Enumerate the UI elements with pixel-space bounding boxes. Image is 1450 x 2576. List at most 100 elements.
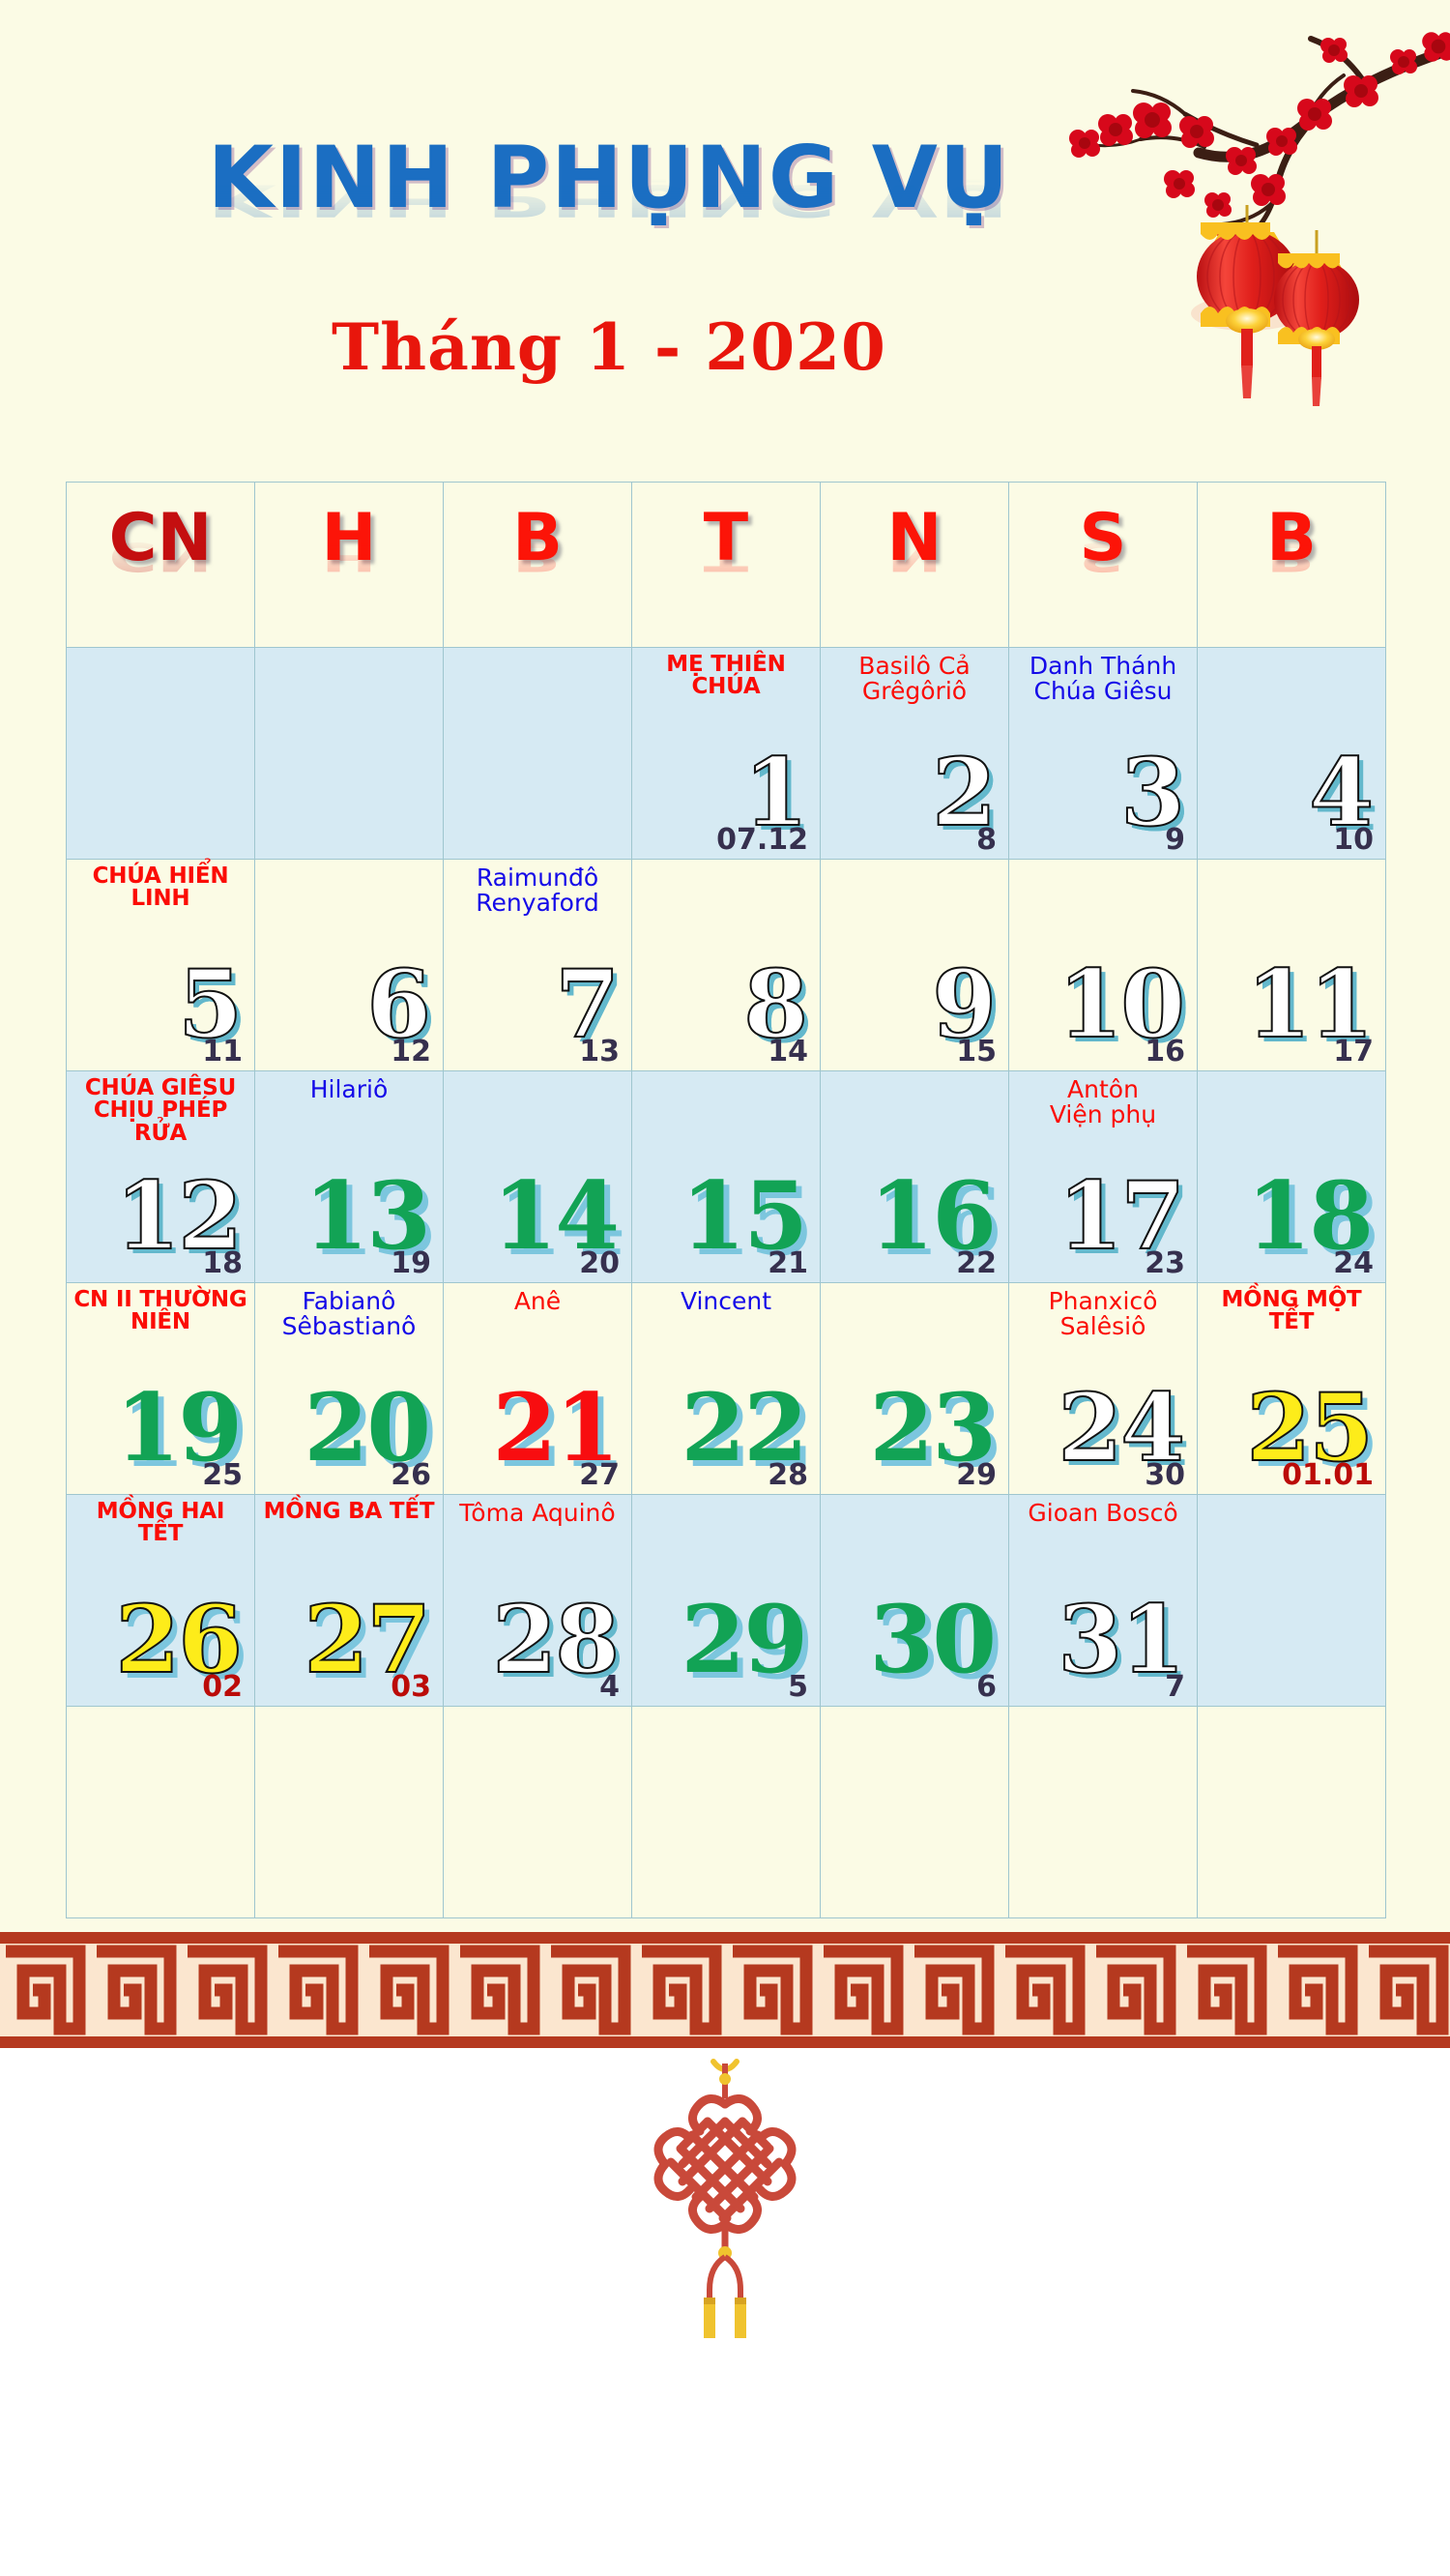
title-block: KINH PHỤNG VỤ KINH PHỤNG VỤ	[0, 135, 1218, 307]
calendar-day-cell[interactable]: Danh Thánh Chúa Giêsu 3 9	[1008, 647, 1198, 860]
calendar-day-cell[interactable]: CN II THƯỜNG NIÊN 19 25	[66, 1282, 255, 1495]
feast-label: Basilô Cả Grêgôriô	[858, 652, 971, 705]
feast-label: Fabianô Sêbastianô	[281, 1287, 417, 1340]
day-cell-inner: 15 21	[632, 1071, 820, 1282]
calendar-day-cell[interactable]: Basilô Cả Grêgôriô 2 8	[820, 647, 1009, 860]
lunar-date: 25	[202, 1458, 243, 1492]
day-number: 16	[869, 1160, 997, 1271]
calendar-day-cell[interactable]: 11 17	[1197, 859, 1386, 1071]
day-number: 17	[1057, 1160, 1186, 1271]
day-cell-inner: Danh Thánh Chúa Giêsu 3 9	[1009, 648, 1197, 859]
calendar-day-cell[interactable]: MẸ THIÊN CHÚA 1 07.12	[631, 647, 821, 860]
feast-label: CHÚA GIÊSU CHỊU PHÉP RỬA	[84, 1075, 237, 1146]
calendar-week-row: CHÚA HIỂN LINH 5 11 6 12 Raimunđô Renyaford 7 1…	[66, 859, 1386, 1071]
calendar-day-cell[interactable]: 8 14	[631, 859, 821, 1071]
calendar-day-cell[interactable]: 15 21	[631, 1070, 821, 1283]
weekday-header-inner: CN CN	[67, 483, 254, 647]
calendar-day-cell[interactable]: Fabianô Sêbastianô 20 26	[254, 1282, 444, 1495]
calendar-day-cell[interactable]: 30 6	[820, 1494, 1009, 1707]
weekday-header-cell: BB	[1197, 482, 1386, 648]
calendar-day-cell[interactable]: 10 16	[1008, 859, 1198, 1071]
calendar-week-row: MẸ THIÊN CHÚA 1 07.12 Basilô Cả Grêgôriô 2 8 D…	[66, 647, 1386, 860]
calendar-day-cell[interactable]: 23 29	[820, 1282, 1009, 1495]
day-cell-inner: CHÚA HIỂN LINH 5 11	[67, 860, 254, 1070]
calendar-day-cell[interactable]: Anê 21 27	[443, 1282, 632, 1495]
feast-label: Danh Thánh Chúa Giêsu	[1029, 652, 1177, 705]
calendar-day-cell[interactable]: 16 22	[820, 1070, 1009, 1283]
lunar-date: 14	[768, 1035, 808, 1068]
day-cell-inner: 4 10	[1198, 648, 1385, 859]
calendar-week-row: CHÚA GIÊSU CHỊU PHÉP RỬA 12 18 Hilariô 13 19 1…	[66, 1070, 1386, 1283]
day-number: 13	[304, 1160, 431, 1271]
calendar-day-cell[interactable]: 4 10	[1197, 647, 1386, 860]
weekday-label-reflection: S	[1079, 533, 1127, 579]
calendar-empty-cell	[66, 1706, 255, 1918]
lunar-date: 01.01	[1282, 1458, 1374, 1492]
weekday-label-reflection: H	[321, 533, 377, 579]
lunar-date: 30	[1145, 1458, 1185, 1492]
lunar-date: 28	[768, 1458, 808, 1492]
feast-label: Tôma Aquinô	[459, 1499, 616, 1527]
weekday-label-reflection: N	[886, 533, 942, 579]
weekday-header-inner: BB	[1198, 483, 1385, 647]
lunar-date: 02	[202, 1670, 243, 1704]
calendar-day-cell[interactable]: MỒNG BA TẾT 27 03	[254, 1494, 444, 1707]
day-cell-inner: Anê 21 27	[444, 1283, 631, 1494]
calendar-day-cell[interactable]: Tôma Aquinô 28 4	[443, 1494, 632, 1707]
calendar-day-cell[interactable]: MỒNG HAI TẾT 26 02	[66, 1494, 255, 1707]
calendar-day-cell[interactable]: 18 24	[1197, 1070, 1386, 1283]
lunar-date: 12	[391, 1035, 431, 1068]
lunar-date: 17	[1333, 1035, 1374, 1068]
weekday-header-row: CN CN H H B B T T N N S S B B	[66, 482, 1386, 648]
day-number: 30	[869, 1584, 997, 1694]
day-number: 20	[304, 1372, 431, 1482]
calendar-day-cell[interactable]: Phanxicô Salêsiô 24 30	[1008, 1282, 1198, 1495]
calendar-day-cell[interactable]: Antôn Viện phụ 17 23	[1008, 1070, 1198, 1283]
calendar-page: KINH PHỤNG VỤ KINH PHỤNG VỤ Tháng 1 - 20…	[0, 0, 1450, 2576]
calendar-day-cell[interactable]: CHÚA HIỂN LINH 5 11	[66, 859, 255, 1071]
feast-label: Gioan Boscô	[1028, 1499, 1178, 1527]
calendar-week-row: MỒNG HAI TẾT 26 02 MỒNG BA TẾT 27 03 Tôma Aqui…	[66, 1494, 1386, 1707]
subtitle-block: Tháng 1 - 2020	[0, 309, 1218, 385]
lunar-date: 21	[768, 1246, 808, 1280]
calendar-day-cell[interactable]: CHÚA GIÊSU CHỊU PHÉP RỬA 12 18	[66, 1070, 255, 1283]
day-cell-inner	[67, 1707, 254, 1917]
calendar-day-cell[interactable]: 29 5	[631, 1494, 821, 1707]
calendar-empty-cell	[443, 1706, 632, 1918]
weekday-header-cell: CN CN	[66, 482, 255, 648]
weekday-label-reflection: B	[1266, 533, 1317, 579]
day-cell-inner: 23 29	[821, 1283, 1008, 1494]
calendar-day-cell[interactable]: Vincent 22 28	[631, 1282, 821, 1495]
day-number: 2	[931, 737, 998, 847]
day-cell-inner	[255, 1707, 443, 1917]
calendar-day-cell[interactable]: Hilariô 13 19	[254, 1070, 444, 1283]
day-cell-inner: 6 12	[255, 860, 443, 1070]
calendar-day-cell[interactable]: Gioan Boscô 31 7	[1008, 1494, 1198, 1707]
day-cell-inner	[1198, 1707, 1385, 1917]
calendar-day-cell[interactable]: 9 15	[820, 859, 1009, 1071]
calendar-day-cell[interactable]: MỒNG MỘT TẾT 25 01.01	[1197, 1282, 1386, 1495]
lunar-date: 22	[956, 1246, 997, 1280]
day-number: 25	[1245, 1372, 1375, 1482]
lunar-date: 27	[579, 1458, 620, 1492]
calendar-day-cell[interactable]: 6 12	[254, 859, 444, 1071]
page-header: KINH PHỤNG VỤ KINH PHỤNG VỤ Tháng 1 - 20…	[0, 0, 1450, 454]
day-cell-inner: 29 5	[632, 1495, 820, 1706]
day-number: 24	[1057, 1372, 1186, 1482]
day-cell-inner: 30 6	[821, 1495, 1008, 1706]
lunar-date: 20	[579, 1246, 620, 1280]
lunar-date: 10	[1333, 823, 1374, 857]
day-cell-inner: Antôn Viện phụ 17 23	[1009, 1071, 1197, 1282]
weekday-header-cell: TT	[631, 482, 821, 648]
lunar-date: 23	[1145, 1246, 1185, 1280]
day-number: 31	[1057, 1584, 1186, 1694]
calendar-day-cell[interactable]: Raimunđô Renyaford 7 13	[443, 859, 632, 1071]
feast-label: MỒNG MỘT TẾT	[1221, 1287, 1362, 1335]
lunar-date: 15	[956, 1035, 997, 1068]
feast-label: Hilariô	[309, 1075, 389, 1103]
day-cell-inner	[444, 1707, 631, 1917]
calendar-day-cell[interactable]: 14 20	[443, 1070, 632, 1283]
weekday-header-inner: NN	[821, 483, 1008, 647]
lunar-date: 03	[391, 1670, 431, 1704]
day-cell-inner: Gioan Boscô 31 7	[1009, 1495, 1197, 1706]
